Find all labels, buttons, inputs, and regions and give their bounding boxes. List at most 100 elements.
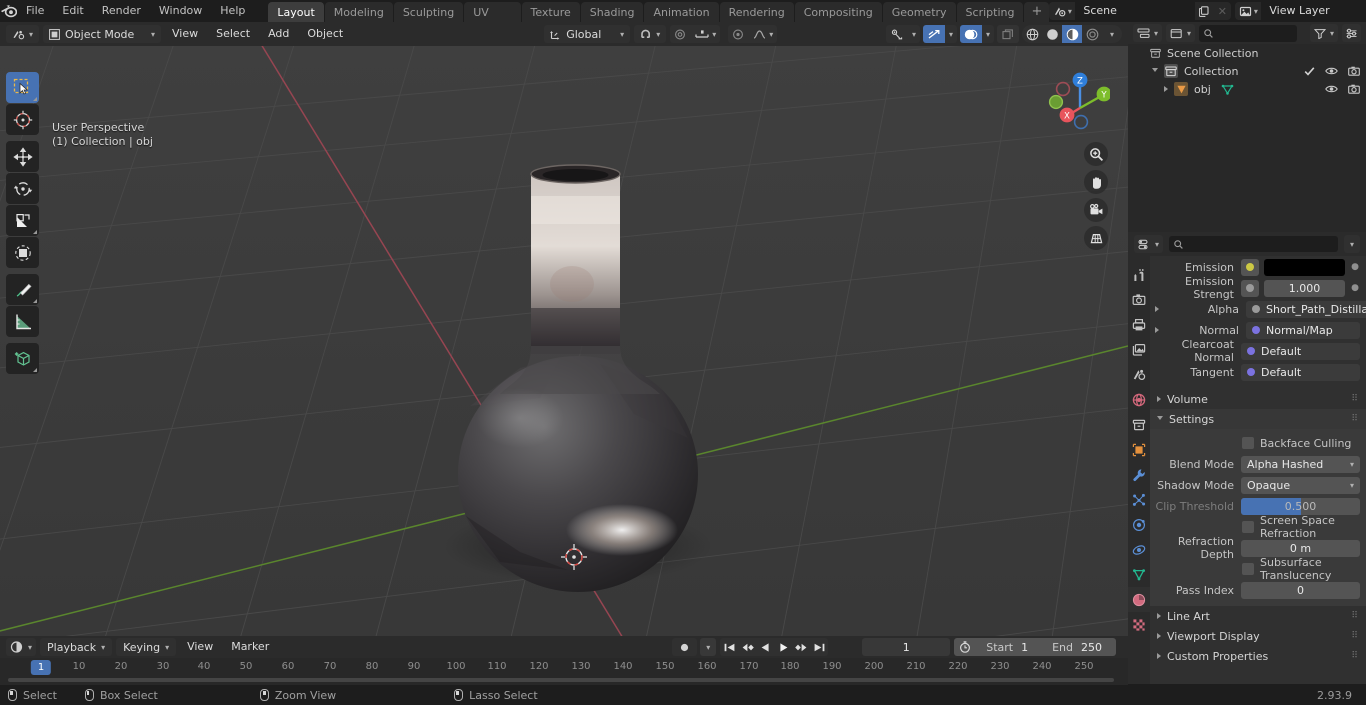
texture-tab[interactable] xyxy=(1128,612,1150,637)
scale-tool[interactable] xyxy=(6,205,39,236)
rendered-sphere-icon[interactable] xyxy=(1082,25,1102,43)
add-workspace-button[interactable]: + xyxy=(1024,2,1050,22)
proportional-objects-falloff[interactable]: ▾ xyxy=(749,25,777,43)
object-tab[interactable] xyxy=(1128,437,1150,462)
outliner-editor-type-button[interactable]: ▾ xyxy=(1133,24,1163,42)
view-layer-icon[interactable]: ▾ xyxy=(1235,2,1262,20)
collection-tab[interactable] xyxy=(1128,412,1150,437)
tab-shading[interactable]: Shading xyxy=(580,2,644,22)
overlays-options-dropdown[interactable]: ▾ xyxy=(945,25,957,43)
outliner-row-collection[interactable]: Collection xyxy=(1128,62,1366,80)
shadow-mode-dropdown[interactable]: Opaque ▾ xyxy=(1241,476,1360,494)
properties-search-input[interactable] xyxy=(1169,236,1338,252)
snapping-toggle[interactable]: ▾ xyxy=(634,25,667,43)
tab-rendering[interactable]: Rendering xyxy=(719,2,794,22)
output-tab[interactable] xyxy=(1128,312,1150,337)
tab-uv-editing[interactable]: UV Editing xyxy=(464,2,521,40)
tangent-node-link[interactable]: Default xyxy=(1241,363,1360,381)
menu-window[interactable]: Window xyxy=(150,2,211,20)
outliner-row-obj[interactable]: obj xyxy=(1128,80,1366,98)
scene-selector[interactable]: ▾ Scene ✕ xyxy=(1049,2,1232,20)
emission-strength-socket-icon[interactable] xyxy=(1241,279,1259,297)
wireframe-sphere-icon[interactable] xyxy=(1022,25,1042,43)
outliner-filter-toggle[interactable] xyxy=(1342,24,1361,42)
viewport-menu-select[interactable]: Select xyxy=(209,25,257,43)
proportional-falloff-selector[interactable]: ▾ xyxy=(691,25,720,43)
tool-tab[interactable] xyxy=(1128,262,1150,287)
unlink-scene-button[interactable]: ✕ xyxy=(1213,2,1231,20)
collection-visibility-eye-icon[interactable] xyxy=(1325,66,1338,76)
menu-edit[interactable]: Edit xyxy=(53,2,92,20)
toggle-perspective-icon[interactable] xyxy=(1084,226,1108,250)
tab-compositing[interactable]: Compositing xyxy=(794,2,882,22)
navigation-gizmo[interactable]: Z Y X xyxy=(1040,66,1110,136)
play-icon[interactable] xyxy=(774,638,792,656)
play-reverse-icon[interactable] xyxy=(756,638,774,656)
proportional-objects-toggle[interactable] xyxy=(728,25,749,43)
viewport-menu-add[interactable]: Add xyxy=(261,25,296,43)
blender-logo-icon[interactable] xyxy=(0,0,17,22)
particles-tab[interactable] xyxy=(1128,487,1150,512)
scene-icon[interactable]: ▾ xyxy=(1049,2,1076,20)
transform-orientation-selector[interactable]: Global ▾ xyxy=(544,25,631,43)
tab-sculpting[interactable]: Sculpting xyxy=(393,2,464,22)
move-tool[interactable] xyxy=(6,141,39,172)
cursor-tool[interactable] xyxy=(6,104,39,135)
constraints-tab[interactable] xyxy=(1128,537,1150,562)
transform-tool[interactable] xyxy=(6,237,39,268)
3d-viewport[interactable]: User Perspective (1) Collection | obj Z … xyxy=(0,46,1128,636)
measure-tool[interactable] xyxy=(6,306,39,337)
expand-normal-toggle[interactable] xyxy=(1150,327,1164,333)
new-scene-button[interactable] xyxy=(1195,2,1213,20)
rotate-tool[interactable] xyxy=(6,173,39,204)
screen-space-refraction-checkbox[interactable] xyxy=(1242,521,1254,533)
view-layer-name[interactable]: View Layer xyxy=(1261,2,1366,20)
world-tab[interactable] xyxy=(1128,387,1150,412)
scene-name[interactable]: Scene xyxy=(1075,2,1196,20)
normal-node-link[interactable]: Normal/Map xyxy=(1246,321,1360,339)
stopwatch-icon[interactable] xyxy=(954,641,976,653)
collection-render-camera-icon[interactable] xyxy=(1348,66,1360,76)
panel-header-viewport-display[interactable]: Viewport Display ⠿ xyxy=(1150,626,1366,646)
emission-strength-animate-dot-icon[interactable]: ● xyxy=(1350,283,1360,293)
viewport-menu-object[interactable]: Object xyxy=(300,25,350,43)
object-mode-selector[interactable]: Object Mode ▾ xyxy=(43,25,162,43)
material-preview-sphere-icon[interactable] xyxy=(1062,25,1082,43)
timeline-scrollbar[interactable] xyxy=(0,677,1128,683)
menu-file[interactable]: File xyxy=(17,2,53,20)
outliner-filter-button[interactable]: ▾ xyxy=(1309,24,1338,42)
keying-menu[interactable]: Keying ▾ xyxy=(116,638,177,656)
obj-visibility-eye-icon[interactable] xyxy=(1325,84,1338,94)
jump-end-icon[interactable] xyxy=(810,638,828,656)
timeline-ruler[interactable]: 1 10 20 30 40 50 60 70 80 90 100 110 120… xyxy=(0,658,1128,678)
tab-animation[interactable]: Animation xyxy=(644,2,719,22)
xray-icon[interactable] xyxy=(959,25,982,43)
expand-collection-toggle[interactable] xyxy=(1152,67,1158,75)
xray-options-dropdown[interactable]: ▾ xyxy=(982,25,994,43)
emission-strength-value[interactable]: 1.000 xyxy=(1264,279,1345,297)
tab-modeling[interactable]: Modeling xyxy=(324,2,393,22)
tab-layout[interactable]: Layout xyxy=(268,2,324,22)
editor-type-button[interactable]: ▾ xyxy=(6,25,40,43)
subsurface-translucency-checkbox[interactable] xyxy=(1242,563,1254,575)
tweak-select-tool[interactable] xyxy=(6,72,39,103)
expand-obj-toggle[interactable] xyxy=(1164,86,1168,92)
prev-keyframe-icon[interactable] xyxy=(738,638,756,656)
panel-header-custom-properties[interactable]: Custom Properties ⠿ xyxy=(1150,646,1366,666)
jump-start-icon[interactable] xyxy=(720,638,738,656)
gizmo-icon[interactable] xyxy=(886,25,908,43)
panel-header-volume[interactable]: Volume ⠿ xyxy=(1150,389,1366,409)
add-cube-tool[interactable] xyxy=(6,343,39,374)
auto-keying-options-dropdown[interactable]: ▾ xyxy=(700,638,717,656)
collection-checkbox[interactable] xyxy=(1304,66,1315,77)
expand-alpha-toggle[interactable] xyxy=(1150,306,1164,312)
backface-culling-checkbox[interactable] xyxy=(1242,437,1254,449)
refraction-depth-value[interactable]: 0 m xyxy=(1241,539,1360,557)
render-tab[interactable] xyxy=(1128,287,1150,312)
data-tab[interactable] xyxy=(1128,562,1150,587)
modifier-tab[interactable] xyxy=(1128,462,1150,487)
menu-render[interactable]: Render xyxy=(93,2,150,20)
camera-view-icon[interactable] xyxy=(1084,198,1108,222)
physics-tab[interactable] xyxy=(1128,512,1150,537)
tab-geometry-nodes[interactable]: Geometry Nodes xyxy=(882,2,956,40)
